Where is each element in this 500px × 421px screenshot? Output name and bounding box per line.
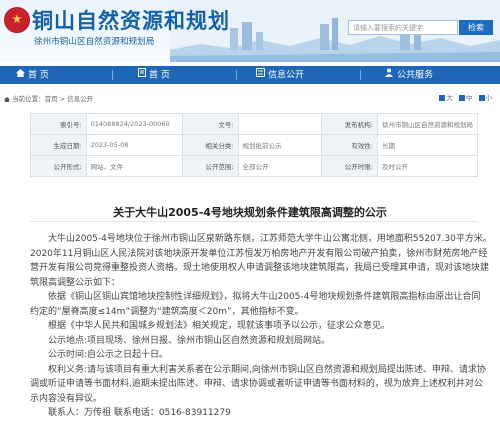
info-icon bbox=[256, 66, 265, 84]
breadcrumb: 当前位置：首页 > 信息公开 bbox=[4, 93, 93, 103]
nav-divider bbox=[112, 70, 113, 80]
breadcrumb-current[interactable]: 信息公开 bbox=[67, 95, 93, 103]
body-line: 2020年11月铜山区人民法院对该地块原开发单位江苏恒发万柏房地产开发有限公司破… bbox=[30, 248, 488, 259]
category-value: 规划批前公示 bbox=[237, 134, 323, 156]
search-button[interactable]: 检索 bbox=[459, 20, 493, 35]
body-paragraph: 大牛山2005-4号地块位于徐州市铜山区泉新路东侧，江苏师范大学牛山公寓北侧，用… bbox=[48, 234, 492, 244]
index-value: 014088824/2023-00060 bbox=[85, 113, 183, 135]
site-subtitle: 徐州市铜山区自然资源和规划局 bbox=[34, 37, 155, 47]
nav-item-public-service[interactable]: 公共服务 bbox=[384, 66, 433, 84]
body-line: 营开发有限公司竞得重整投资人资格。现土地使用权人申请调整该地块建筑限高，我局已受… bbox=[30, 263, 490, 273]
font-large-label: 大 bbox=[446, 94, 453, 102]
nav-item-home-2[interactable]: 首 页 bbox=[138, 66, 170, 84]
font-medium-label: 中 bbox=[465, 94, 473, 102]
home-icon bbox=[4, 97, 10, 102]
scope-label: 公开范围: bbox=[181, 155, 239, 177]
body-line: 约定的“屋脊高度≤14m”调整为“建筑高度＜20m”，其他指标不变。 bbox=[30, 306, 304, 317]
contact-line: 联系人：万传祖 联系电话：0516-83911279 bbox=[48, 408, 231, 418]
body-paragraph: 权利义务:请与该项目有重大利害关系者在公示期间,向徐州市铜山区自然资源和规划局提… bbox=[48, 364, 486, 375]
main-nav: 首 页 首 页 信息公开 公共服务 bbox=[0, 66, 500, 84]
body-line: 筑限高调整公示如下： bbox=[30, 277, 121, 288]
search-input[interactable]: 请输入要搜索的关键字 bbox=[348, 20, 458, 35]
period-label: 公开时限: bbox=[321, 155, 378, 177]
info-table: 索引号: 014088824/2023-00060 文号: 发布机构: 徐州市铜… bbox=[30, 113, 479, 177]
site-header: 铜山自然资源和规划 徐州市铜山区自然资源和规划局 请输入要搜索的关键字 检索 bbox=[0, 0, 500, 62]
breadcrumb-label: 当前位置： bbox=[12, 95, 45, 103]
table-row: 索引号: 014088824/2023-00060 文号: 发布机构: 徐州市铜… bbox=[30, 113, 479, 135]
body-line: 示内容没有异议。 bbox=[30, 393, 103, 404]
text-size-icon bbox=[439, 95, 446, 101]
docno-label: 文号: bbox=[181, 113, 239, 135]
validity-value: 长期 bbox=[376, 134, 479, 156]
doc-icon bbox=[138, 66, 146, 84]
nav-item-label: 公共服务 bbox=[397, 70, 434, 81]
emblem-icon bbox=[4, 7, 30, 33]
body-paragraph: 依据《铜山区铜山宾馆地块控制性详细规划》，拟将大牛山2005-4号地块规划条件建… bbox=[48, 292, 481, 302]
publisher-value: 徐州市铜山区自然资源和规划局 bbox=[376, 113, 479, 135]
scope-value: 全部公开 bbox=[237, 155, 323, 177]
nav-item-label: 信息公开 bbox=[268, 70, 305, 81]
body-line: 调或听证申请等书面材料,逾期未提出陈述、申辩、请求协调或者听证申请等书面材料的，… bbox=[30, 379, 483, 389]
title-divider bbox=[30, 221, 478, 222]
publisher-label: 发布机构: bbox=[321, 113, 378, 135]
font-size-controls: 大 中 小 bbox=[435, 92, 492, 102]
form-value: 网站、文件 bbox=[85, 155, 183, 177]
body-paragraph: 根据《中华人民共和国城乡规划法》相关规定，现就该事项予以公示，征求公众意见。 bbox=[48, 321, 391, 331]
font-small-label: 小 bbox=[485, 94, 493, 102]
article-body: 大牛山2005-4号地块位于徐州市铜山区泉新路东侧，江苏师范大学牛山公寓北侧，用… bbox=[30, 232, 492, 421]
breadcrumb-home-link[interactable]: 首页 bbox=[45, 95, 58, 103]
nav-divider bbox=[236, 70, 237, 80]
period-value: 及时公开 bbox=[376, 155, 479, 177]
table-row: 公开形式: 网站、文件 公开范围: 全部公开 公开时限: 及时公开 bbox=[30, 155, 479, 177]
article-title: 关于大牛山2005-4号地块规划条件建筑限高调整的公示 bbox=[113, 206, 387, 219]
breadcrumb-separator: > bbox=[57, 95, 68, 103]
nav-item-home[interactable]: 首 页 bbox=[16, 66, 49, 84]
font-large-button[interactable]: 大 bbox=[439, 92, 453, 102]
nav-item-label: 首 页 bbox=[149, 70, 170, 81]
font-small-button[interactable]: 小 bbox=[478, 92, 493, 102]
date-label: 生成日期: bbox=[30, 134, 87, 156]
body-paragraph: 公示地点:项目现场、徐州日报、徐州市铜山区自然资源和规划局网站。 bbox=[48, 335, 331, 346]
body-paragraph: 公示时间:自公示之日起十日。 bbox=[48, 350, 169, 360]
nav-item-info-disclosure[interactable]: 信息公开 bbox=[256, 66, 304, 84]
nav-item-label: 首 页 bbox=[28, 70, 49, 81]
home-icon bbox=[16, 66, 25, 84]
text-size-icon bbox=[458, 95, 465, 101]
people-icon bbox=[384, 66, 394, 84]
form-label: 公开形式: bbox=[30, 155, 87, 177]
docno-value bbox=[237, 113, 323, 135]
font-medium-button[interactable]: 中 bbox=[458, 92, 473, 102]
text-size-icon bbox=[478, 95, 485, 101]
table-row: 生成日期: 2023-05-08 相关分类: 规划批前公示 有效性: 长期 bbox=[30, 134, 479, 156]
nav-divider bbox=[360, 70, 361, 80]
date-value: 2023-05-08 bbox=[85, 134, 183, 156]
category-label: 相关分类: bbox=[181, 134, 239, 156]
site-title: 铜山自然资源和规划 bbox=[32, 8, 230, 33]
validity-label: 有效性: bbox=[321, 134, 378, 156]
index-label: 索引号: bbox=[30, 113, 87, 135]
